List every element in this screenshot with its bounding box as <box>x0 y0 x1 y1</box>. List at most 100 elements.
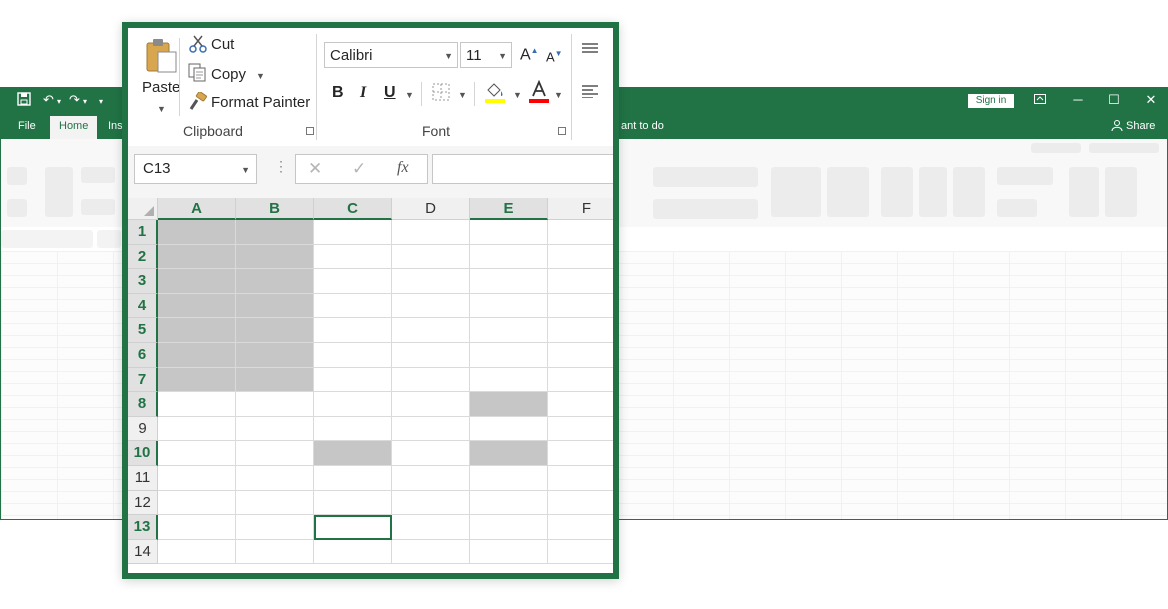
cell-c10[interactable] <box>314 441 392 466</box>
tab-home[interactable]: Home <box>50 116 98 139</box>
undo-icon[interactable]: ↶ <box>43 92 54 108</box>
cell-d12[interactable] <box>392 490 470 516</box>
borders-icon[interactable] <box>432 83 450 106</box>
cancel-icon[interactable]: ✕ <box>308 159 322 179</box>
close-icon[interactable]: ✕ <box>1141 92 1161 108</box>
cell-f5[interactable] <box>548 318 613 343</box>
cell-a14[interactable] <box>158 539 236 565</box>
cell-e9[interactable] <box>470 416 548 442</box>
font-name-chevron-down-icon[interactable]: ▼ <box>444 51 453 61</box>
cell-f10[interactable] <box>548 441 613 466</box>
cell-d2[interactable] <box>392 244 470 270</box>
italic-button[interactable]: I <box>360 84 366 102</box>
cell-d14[interactable] <box>392 539 470 565</box>
row-header-4[interactable]: 4 <box>128 293 158 319</box>
cell-d3[interactable] <box>392 269 470 294</box>
cell-d13[interactable] <box>392 515 470 540</box>
font-size-chevron-down-icon[interactable]: ▼ <box>498 51 507 61</box>
cell-c4[interactable] <box>314 293 392 319</box>
copy-button[interactable]: Copy ▼ <box>188 63 328 85</box>
cell-f14[interactable] <box>548 539 613 565</box>
undo-dropdown-icon[interactable]: ▾ <box>57 97 61 106</box>
cell-d7[interactable] <box>392 367 470 393</box>
cell-a11[interactable] <box>158 466 236 491</box>
cell-e12[interactable] <box>470 490 548 516</box>
column-header-e[interactable]: E <box>470 198 548 220</box>
column-header-f[interactable]: F <box>548 198 613 220</box>
underline-button[interactable]: U <box>384 84 396 102</box>
cell-a6[interactable] <box>158 343 236 368</box>
cell-c5[interactable] <box>314 318 392 343</box>
cell-f8[interactable] <box>548 392 613 417</box>
clipboard-dialog-launcher-icon[interactable] <box>306 127 314 135</box>
cell-a7[interactable] <box>158 367 236 393</box>
cell-e7[interactable] <box>470 367 548 393</box>
row-header-14[interactable]: 14 <box>128 539 158 565</box>
enter-icon[interactable]: ✓ <box>352 159 366 179</box>
cell-b3[interactable] <box>236 269 314 294</box>
row-header-13[interactable]: 13 <box>128 515 158 540</box>
cell-a8[interactable] <box>158 392 236 417</box>
name-box[interactable]: C13 ▼ <box>134 154 257 184</box>
paste-button[interactable]: Paste ▼ <box>140 36 180 116</box>
font-color-icon[interactable] <box>528 79 550 109</box>
align-left-icon[interactable] <box>581 84 599 103</box>
cell-f12[interactable] <box>548 490 613 516</box>
column-header-b[interactable]: B <box>236 198 314 220</box>
formula-input[interactable] <box>432 154 613 184</box>
cell-b4[interactable] <box>236 293 314 319</box>
format-painter-button[interactable]: Format Painter <box>188 91 328 113</box>
cell-c2[interactable] <box>314 244 392 270</box>
cell-b5[interactable] <box>236 318 314 343</box>
cell-b1[interactable] <box>236 220 314 245</box>
cell-a3[interactable] <box>158 269 236 294</box>
cell-d8[interactable] <box>392 392 470 417</box>
minimize-icon[interactable]: ─ <box>1068 92 1088 107</box>
cell-d10[interactable] <box>392 441 470 466</box>
row-header-2[interactable]: 2 <box>128 244 158 270</box>
row-header-12[interactable]: 12 <box>128 490 158 516</box>
redo-icon[interactable]: ↷ <box>69 92 80 108</box>
cell-b2[interactable] <box>236 244 314 270</box>
cell-b10[interactable] <box>236 441 314 466</box>
font-size-dropdown[interactable]: 11 ▼ <box>460 42 512 68</box>
cell-d6[interactable] <box>392 343 470 368</box>
maximize-icon[interactable]: ☐ <box>1104 92 1124 108</box>
cell-a4[interactable] <box>158 293 236 319</box>
row-header-6[interactable]: 6 <box>128 343 158 368</box>
font-dialog-launcher-icon[interactable] <box>558 127 566 135</box>
cell-f2[interactable] <box>548 244 613 270</box>
copy-dropdown-icon[interactable]: ▼ <box>256 71 265 81</box>
cell-f9[interactable] <box>548 416 613 442</box>
cell-c1[interactable] <box>314 220 392 245</box>
row-header-11[interactable]: 11 <box>128 466 158 491</box>
share-button[interactable]: Share <box>1126 120 1155 132</box>
row-header-5[interactable]: 5 <box>128 318 158 343</box>
cell-b9[interactable] <box>236 416 314 442</box>
cell-e10[interactable] <box>470 441 548 466</box>
row-header-3[interactable]: 3 <box>128 269 158 294</box>
select-all-corner[interactable] <box>128 198 158 220</box>
font-color-dropdown-icon[interactable]: ▼ <box>554 90 563 100</box>
cell-d5[interactable] <box>392 318 470 343</box>
cell-f3[interactable] <box>548 269 613 294</box>
cell-b12[interactable] <box>236 490 314 516</box>
fill-color-icon[interactable] <box>484 80 506 109</box>
cell-e13[interactable] <box>470 515 548 540</box>
cut-button[interactable]: Cut <box>188 34 308 56</box>
cell-e8[interactable] <box>470 392 548 417</box>
cell-b11[interactable] <box>236 466 314 491</box>
cell-f1[interactable] <box>548 220 613 245</box>
tab-file[interactable]: File <box>18 120 36 132</box>
cell-f6[interactable] <box>548 343 613 368</box>
cell-c13[interactable] <box>314 515 392 540</box>
cell-e14[interactable] <box>470 539 548 565</box>
cell-b8[interactable] <box>236 392 314 417</box>
row-header-1[interactable]: 1 <box>128 220 158 245</box>
cell-f4[interactable] <box>548 293 613 319</box>
cell-a5[interactable] <box>158 318 236 343</box>
more-options-icon[interactable]: ⋮ <box>274 158 288 175</box>
column-header-a[interactable]: A <box>158 198 236 220</box>
insert-function-icon[interactable]: fx <box>397 159 409 177</box>
cell-c7[interactable] <box>314 367 392 393</box>
